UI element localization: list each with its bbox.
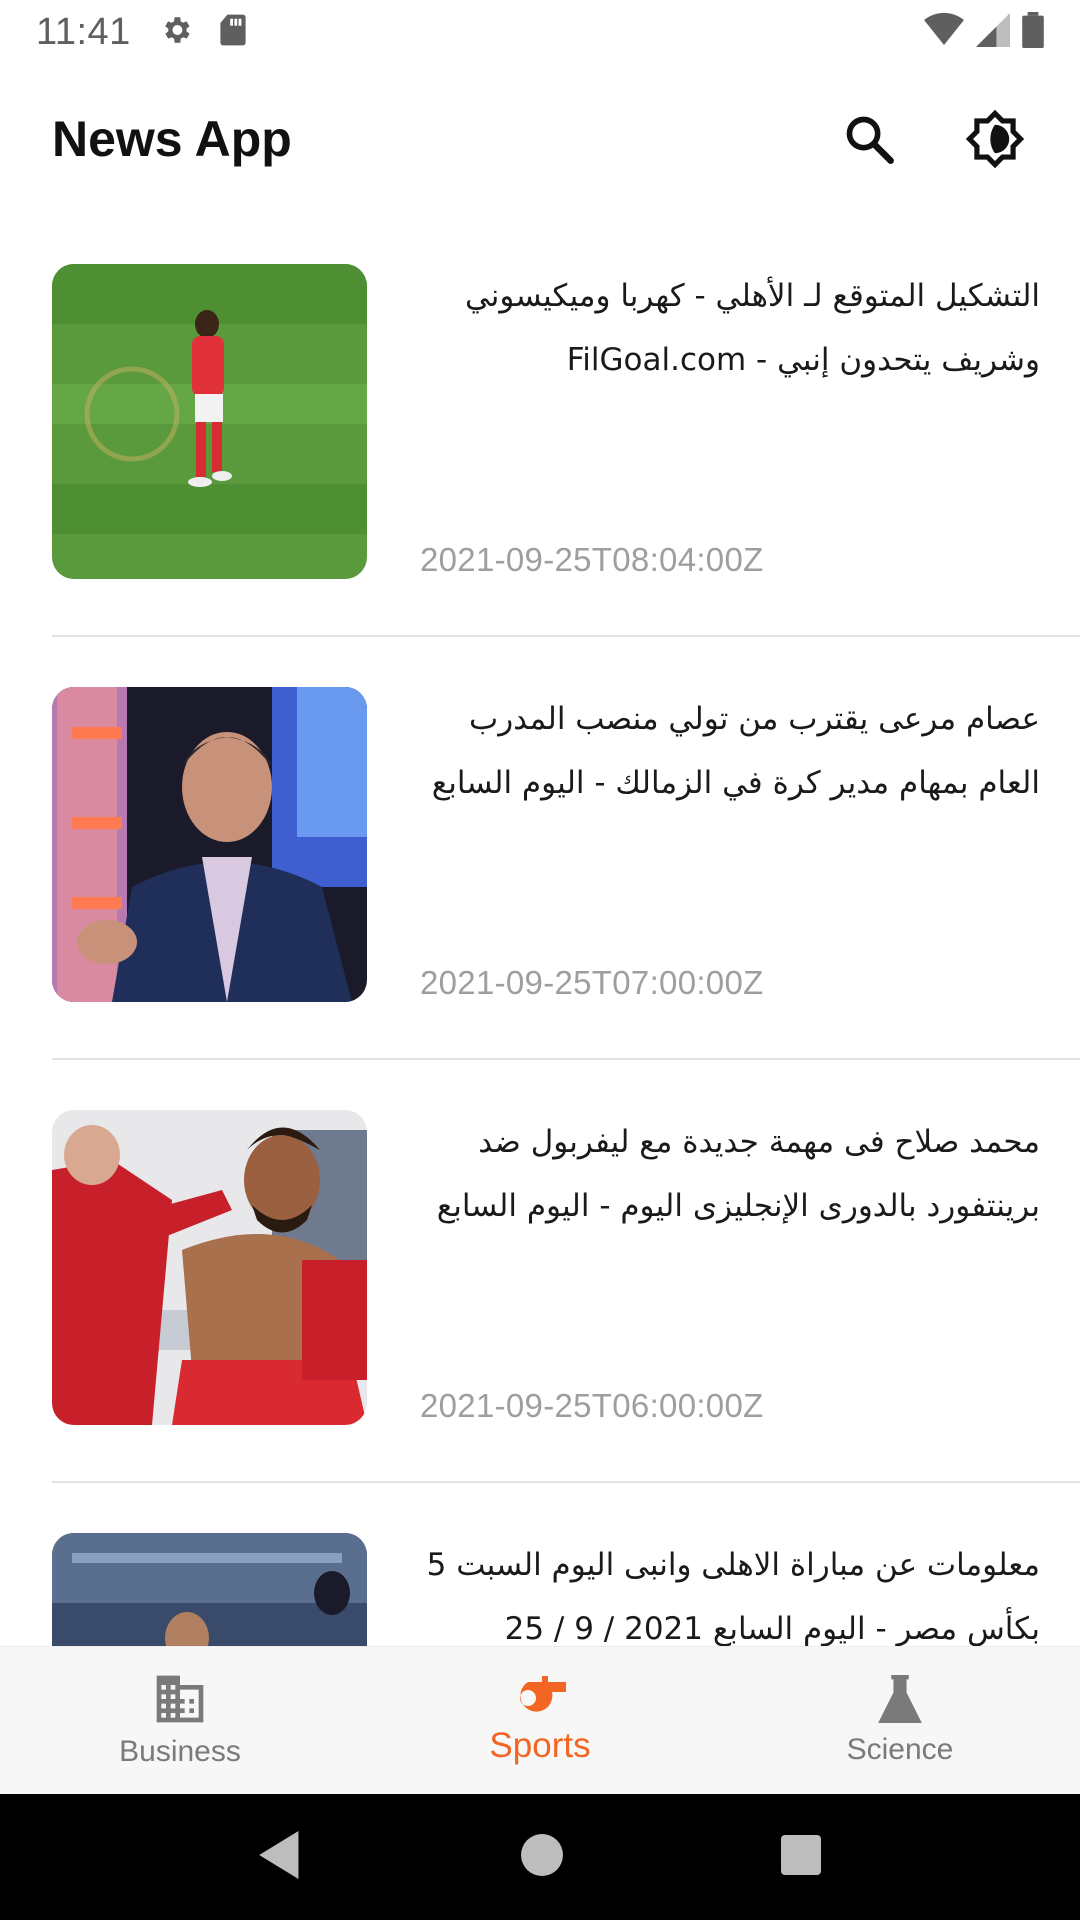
nav-item-business[interactable]: Business [0,1647,360,1794]
nav-item-science[interactable]: Science [720,1647,1080,1794]
app-title: News App [52,111,292,167]
news-item[interactable]: عصام مرعى يقترب من تولي منصب المدرب العا… [52,637,1080,1060]
nav-item-sports[interactable]: Sports [360,1647,720,1794]
flask-icon [878,1674,922,1723]
status-right-icons [924,11,1044,53]
news-date: 2021-09-25T07:00:00Z [420,964,764,1001]
news-date: 2021-09-25T08:04:00Z [420,541,764,578]
status-left-icons [159,13,247,52]
search-button[interactable] [836,106,902,172]
nav-label-business: Business [119,1734,241,1768]
sd-card-icon [219,13,247,52]
news-thumbnail [52,1110,367,1425]
news-item[interactable]: محمد صلاح فى مهمة جديدة مع ليفربول ضد بر… [52,1060,1080,1483]
news-text: محمد صلاح فى مهمة جديدة مع ليفربول ضد بر… [420,1110,1060,1425]
news-thumbnail [52,687,367,1002]
building-icon [156,1675,204,1722]
bottom-navigation: Business Sports Science [0,1646,1080,1794]
news-text: عصام مرعى يقترب من تولي منصب المدرب العا… [420,687,1060,1002]
search-icon [846,116,894,164]
home-icon[interactable] [521,1833,563,1881]
news-text: التشكيل المتوقع لـ الأهلي - كهربا وميكيس… [420,264,1060,579]
nav-label-sports: Sports [489,1725,591,1765]
battery-icon [1022,11,1044,53]
news-thumbnail [52,1533,367,1646]
status-bar: 11:41 [0,0,1080,64]
signal-icon [976,12,1010,52]
news-title: محمد صلاح فى مهمة جديدة مع ليفربول ضد بر… [436,1124,1040,1224]
app-bar: News App [0,64,1080,214]
wifi-icon [924,12,964,52]
news-list[interactable]: التشكيل المتوقع لـ الأهلي - كهربا وميكيس… [0,214,1080,1646]
news-date: 2021-09-25T06:00:00Z [420,1387,764,1424]
news-title: معلومات عن مباراة الاهلى وانبى اليوم الس… [426,1547,1040,1646]
brightness-icon [965,109,1025,169]
settings-icon [159,13,193,52]
news-thumbnail [52,264,367,579]
app-actions [836,106,1028,172]
news-text: معلومات عن مباراة الاهلى وانبى اليوم الس… [420,1533,1060,1646]
news-title: عصام مرعى يقترب من تولي منصب المدرب العا… [431,701,1040,801]
back-icon[interactable] [259,1830,303,1884]
theme-toggle-button[interactable] [962,106,1028,172]
whistle-icon [520,1675,566,1712]
system-navigation-bar [0,1794,1080,1920]
screen: 11:41 News App التشكيل المتوقع لـ الأهلي… [0,0,1080,1920]
recents-icon[interactable] [781,1834,821,1880]
news-item[interactable]: معلومات عن مباراة الاهلى وانبى اليوم الس… [52,1483,1080,1646]
news-title: التشكيل المتوقع لـ الأهلي - كهربا وميكيس… [464,278,1040,378]
status-time: 11:41 [36,10,131,53]
nav-label-science: Science [846,1732,954,1766]
news-item[interactable]: التشكيل المتوقع لـ الأهلي - كهربا وميكيس… [52,214,1080,637]
